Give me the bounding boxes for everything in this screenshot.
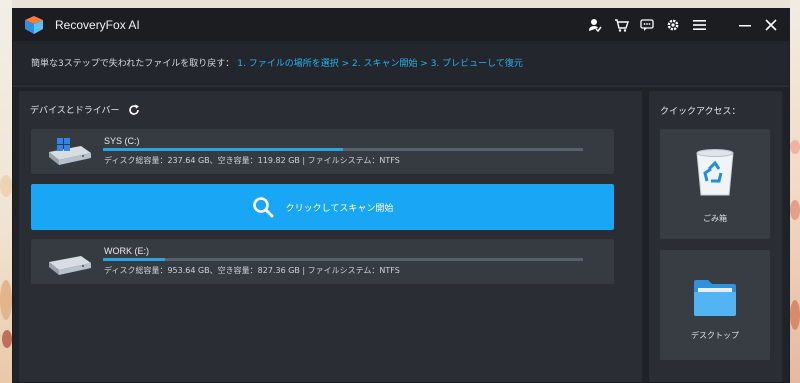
app-title: RecoveryFox AI <box>55 18 140 32</box>
menu-icon[interactable] <box>691 17 707 33</box>
drive-card-work-e[interactable]: WORK (E:) ディスク総容量：953.64 GB、空き容量：827.36 … <box>31 239 614 284</box>
account-icon[interactable] <box>587 17 603 33</box>
drive-name: WORK (E:) <box>104 246 149 256</box>
desktop-wallpaper-right <box>790 0 800 383</box>
quick-access-desktop[interactable]: デスクトップ <box>660 250 770 360</box>
drive-usage-fill <box>103 258 166 261</box>
scan-button[interactable]: クリックしてスキャン開始 <box>31 184 614 230</box>
desktop-wallpaper-left <box>0 0 12 383</box>
scan-button-label: クリックしてスキャン開始 <box>285 203 394 214</box>
cart-icon[interactable] <box>613 17 629 33</box>
drive-card-sys-c[interactable]: SYS (C:) ディスク総容量：237.64 GB、空き容量：119.82 G… <box>31 129 614 174</box>
minimize-icon[interactable] <box>737 17 753 33</box>
recycle-bin-icon <box>696 149 734 196</box>
drive-name: SYS (C:) <box>104 136 140 146</box>
quick-access-recycle-bin[interactable]: ごみ箱 <box>660 129 770 239</box>
banner-intro: 簡単な3ステップで失われたファイルを取り戻す： <box>31 59 235 69</box>
main-content: デバイスとドライバー SYS (C:) ディスク総容量：237.64 GB、空き… <box>13 87 789 382</box>
title-bar: RecoveryFox AI <box>13 9 789 41</box>
drive-usage-bar <box>103 148 583 151</box>
quick-access-title: クイックアクセス： <box>660 107 741 117</box>
drive-icon <box>49 256 91 275</box>
devices-panel: デバイスとドライバー SYS (C:) ディスク総容量：237.64 GB、空き… <box>19 91 642 382</box>
refresh-icon[interactable] <box>128 104 140 116</box>
devices-title: デバイスとドライバー <box>30 106 120 116</box>
steps-banner: 簡単な3ステップで失われたファイルを取り戻す： 1. ファイルの場所を選択 > … <box>13 41 789 85</box>
drive-info: ディスク総容量：237.64 GB、空き容量：119.82 GB | ファイルシ… <box>104 156 400 165</box>
app-logo-icon <box>23 14 45 36</box>
search-icon <box>252 197 274 218</box>
close-icon[interactable] <box>763 17 779 33</box>
windows-drive-icon <box>49 138 91 165</box>
quick-access-panel: クイックアクセス： ごみ箱 デスクトップ <box>649 91 782 382</box>
devices-section-title: デバイスとドライバー <box>30 103 140 116</box>
banner-steps: 1. ファイルの場所を選択 > 2. スキャン開始 > 3. プレビューして復元 <box>237 59 523 69</box>
app-window: RecoveryFox AI 簡単な3ステップで失われたファイルを取り戻す： 1… <box>12 8 790 383</box>
feedback-icon[interactable] <box>639 17 655 33</box>
drive-usage-fill <box>103 148 343 151</box>
quick-access-label: デスクトップ <box>691 331 739 340</box>
quick-access-label: ごみ箱 <box>703 214 727 223</box>
drive-info: ディスク総容量：953.64 GB、空き容量：827.36 GB | ファイルシ… <box>104 266 400 275</box>
settings-gear-icon[interactable] <box>665 17 681 33</box>
folder-icon <box>694 280 736 316</box>
drive-usage-bar <box>103 258 583 261</box>
